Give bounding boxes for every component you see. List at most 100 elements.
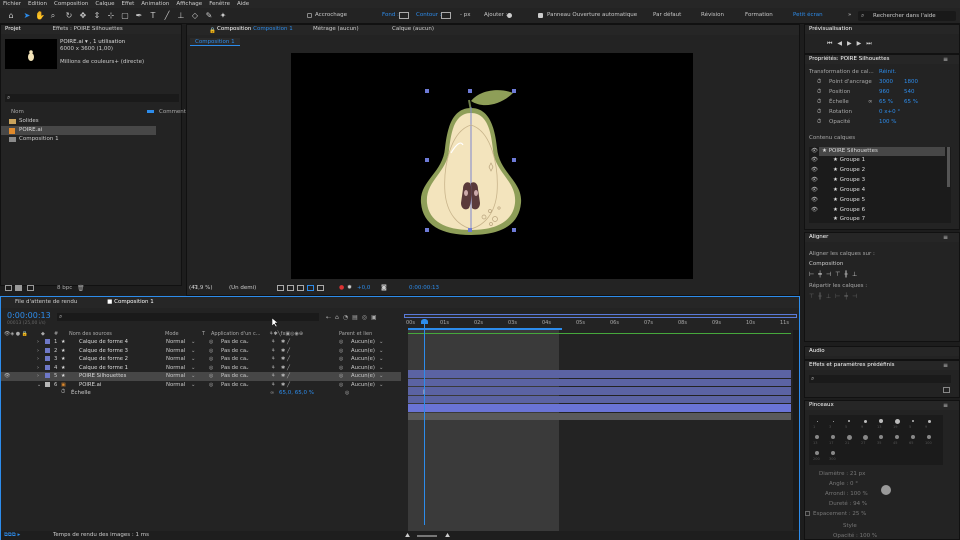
- region-icon[interactable]: [287, 285, 294, 291]
- bit-depth[interactable]: 8 bpc: [57, 285, 72, 291]
- layer-duration-bar[interactable]: [408, 404, 791, 412]
- chevron-down-icon[interactable]: ⌄: [245, 356, 249, 362]
- track-matte-dropdown[interactable]: Pas de ca: [221, 365, 246, 371]
- pickwhip-icon[interactable]: ◎: [345, 390, 349, 396]
- stroke-width[interactable]: - px: [460, 12, 470, 18]
- eye-icon[interactable]: 👁: [811, 148, 818, 154]
- playhead-handle[interactable]: [421, 319, 428, 324]
- panel-menu-icon[interactable]: ≡: [943, 56, 948, 63]
- color-channel-icon[interactable]: ●: [339, 284, 344, 291]
- align-vcenter-icon[interactable]: ╫: [844, 271, 852, 278]
- stopwatch-icon[interactable]: ⏱: [61, 389, 65, 396]
- layer-name[interactable]: POIRE.ai: [79, 382, 101, 388]
- orbit-tool-icon[interactable]: ↻: [64, 11, 74, 21]
- eye-icon[interactable]: 👁: [811, 177, 818, 183]
- reset-link[interactable]: Réinit.: [879, 69, 896, 75]
- shy-switch-icon[interactable]: ⚘: [271, 373, 275, 379]
- mode-dropdown[interactable]: Normal: [166, 365, 185, 371]
- brush-hardness[interactable]: Dureté : 94 %: [829, 501, 867, 507]
- chevron-down-icon[interactable]: ⌄: [191, 348, 195, 354]
- add-dot-icon[interactable]: [507, 13, 512, 18]
- layer-name[interactable]: Calque de forme 1: [79, 365, 128, 371]
- timecode-display[interactable]: 0:00:00:13: [7, 311, 51, 320]
- stroke-swatch[interactable]: [441, 12, 451, 19]
- stopwatch-icon[interactable]: ⏱: [817, 89, 821, 96]
- play-icon[interactable]: ▶: [847, 40, 857, 47]
- chevron-down-icon[interactable]: ⌄: [245, 339, 249, 345]
- tab-footage[interactable]: Métrage (aucun): [313, 25, 359, 34]
- track-matte-dropdown[interactable]: Pas de ca: [221, 339, 246, 345]
- scale-value[interactable]: 65,0, 65,0 %: [279, 390, 314, 396]
- trash-icon[interactable]: 🗑: [77, 285, 85, 292]
- quality-switch-icon[interactable]: ╱: [287, 365, 290, 371]
- workspace-small-screen[interactable]: Petit écran: [793, 12, 823, 18]
- expand-twirl-icon[interactable]: ›: [37, 356, 39, 362]
- quality-switch-icon[interactable]: ╱: [287, 348, 290, 354]
- quality-switch-icon[interactable]: ╱: [287, 356, 290, 362]
- contents-section[interactable]: Contenu calques: [809, 135, 855, 141]
- workspace-default[interactable]: Par défaut: [653, 12, 681, 18]
- auto-open-checkbox[interactable]: [538, 13, 543, 18]
- brush-tip-icon[interactable]: [895, 435, 899, 439]
- chevron-down-icon[interactable]: ⌄: [245, 348, 249, 354]
- menu-view[interactable]: Affichage: [176, 1, 202, 7]
- brush-tip-icon[interactable]: [831, 435, 835, 439]
- current-time[interactable]: 0:00:00:13: [409, 285, 439, 291]
- eye-icon[interactable]: 👁: [811, 207, 818, 213]
- chevron-down-icon[interactable]: ⌄: [191, 373, 195, 379]
- col-mode[interactable]: Mode: [165, 331, 179, 337]
- snap-checkbox[interactable]: [307, 13, 312, 18]
- interpret-footage-icon[interactable]: [5, 285, 12, 291]
- brush-tip-icon[interactable]: [863, 419, 867, 423]
- table-row[interactable]: ⌄ 6 ▣ POIRE.ai Normal ⌄ ◎ Pas de ca ⌄ ⚘ ✱ ╱ ◎ Aucun(e…: [1, 381, 401, 390]
- chevron-down-icon[interactable]: ⌄: [379, 348, 383, 354]
- mode-dropdown[interactable]: Normal: [166, 382, 185, 388]
- layer-name[interactable]: POIRE Silhouettes: [79, 373, 126, 379]
- home-icon[interactable]: ⌂: [6, 11, 16, 21]
- list-item[interactable]: ★ POIRE Silhouettes: [819, 147, 945, 156]
- label-color-swatch[interactable]: [45, 381, 50, 387]
- previous-frame-icon[interactable]: ◀: [837, 40, 847, 47]
- stopwatch-icon[interactable]: ⏱: [817, 119, 821, 126]
- brush-tool-icon[interactable]: ╱: [162, 11, 172, 21]
- brush-diameter[interactable]: Diamètre : 21 px: [819, 471, 865, 477]
- collapse-switch-icon[interactable]: ✱: [281, 373, 285, 379]
- tab-render-queue[interactable]: File d'attente de rendu: [15, 299, 77, 305]
- time-ruler[interactable]: 00s 01s 02s 03s 04s 05s 06s 07s 08s 09s 10s 11s: [404, 311, 797, 331]
- expand-twirl-icon[interactable]: ›: [37, 373, 39, 379]
- align-bottom-icon[interactable]: ⊥: [852, 271, 861, 278]
- label-color-swatch[interactable]: [45, 373, 50, 378]
- chevron-down-icon[interactable]: ⌄: [379, 339, 383, 345]
- layer-duration-bar[interactable]: [408, 378, 791, 386]
- menu-animation[interactable]: Animation: [141, 1, 169, 7]
- quality-switch-icon[interactable]: ╱: [287, 373, 290, 379]
- table-row[interactable]: 👁 › 5 ★ POIRE Silhouettes Normal ⌄ ◎ Pas de ca ⌄ ⚘…: [1, 372, 401, 381]
- mode-dropdown[interactable]: Normal: [166, 373, 185, 379]
- brush-angle[interactable]: Angle : 0 °: [829, 481, 858, 487]
- parent-dropdown[interactable]: Aucun(e): [351, 365, 375, 371]
- first-frame-icon[interactable]: ⏮: [827, 40, 837, 47]
- stopwatch-icon[interactable]: ⏱: [817, 79, 821, 86]
- brush-tip-icon[interactable]: [879, 419, 883, 423]
- puppet-pin-icon[interactable]: ✦: [218, 11, 228, 21]
- distribute-top-icon[interactable]: ⊤: [809, 293, 818, 300]
- zoom-slider[interactable]: [417, 535, 437, 537]
- eye-icon[interactable]: 👁: [811, 157, 818, 163]
- eraser-tool-icon[interactable]: ◇: [190, 11, 200, 21]
- col-track-matte[interactable]: Application d'un c...: [211, 331, 261, 337]
- mode-dropdown[interactable]: Normal: [166, 339, 185, 345]
- work-area-navigator[interactable]: [404, 314, 797, 318]
- list-item[interactable]: ★ Groupe 1: [823, 157, 943, 166]
- new-folder-icon[interactable]: [15, 285, 22, 291]
- chevron-down-icon[interactable]: ⌄: [245, 373, 249, 379]
- brush-tip-icon[interactable]: [879, 435, 883, 439]
- layer-name[interactable]: Calque de forme 3: [79, 348, 128, 354]
- menu-layer[interactable]: Calque: [95, 1, 114, 7]
- col-parent[interactable]: Parent et lien: [339, 331, 372, 337]
- align-hcenter-icon[interactable]: ╪: [818, 271, 826, 278]
- brush-spacing[interactable]: Espacement : 25 %: [813, 511, 866, 517]
- brush-tip-icon[interactable]: [848, 420, 850, 422]
- pan-behind-tool-icon[interactable]: ⊹: [106, 11, 116, 21]
- track-matte-dropdown[interactable]: Pas de ca: [221, 348, 246, 354]
- tab-composition[interactable]: Composition Composition 1: [217, 25, 293, 34]
